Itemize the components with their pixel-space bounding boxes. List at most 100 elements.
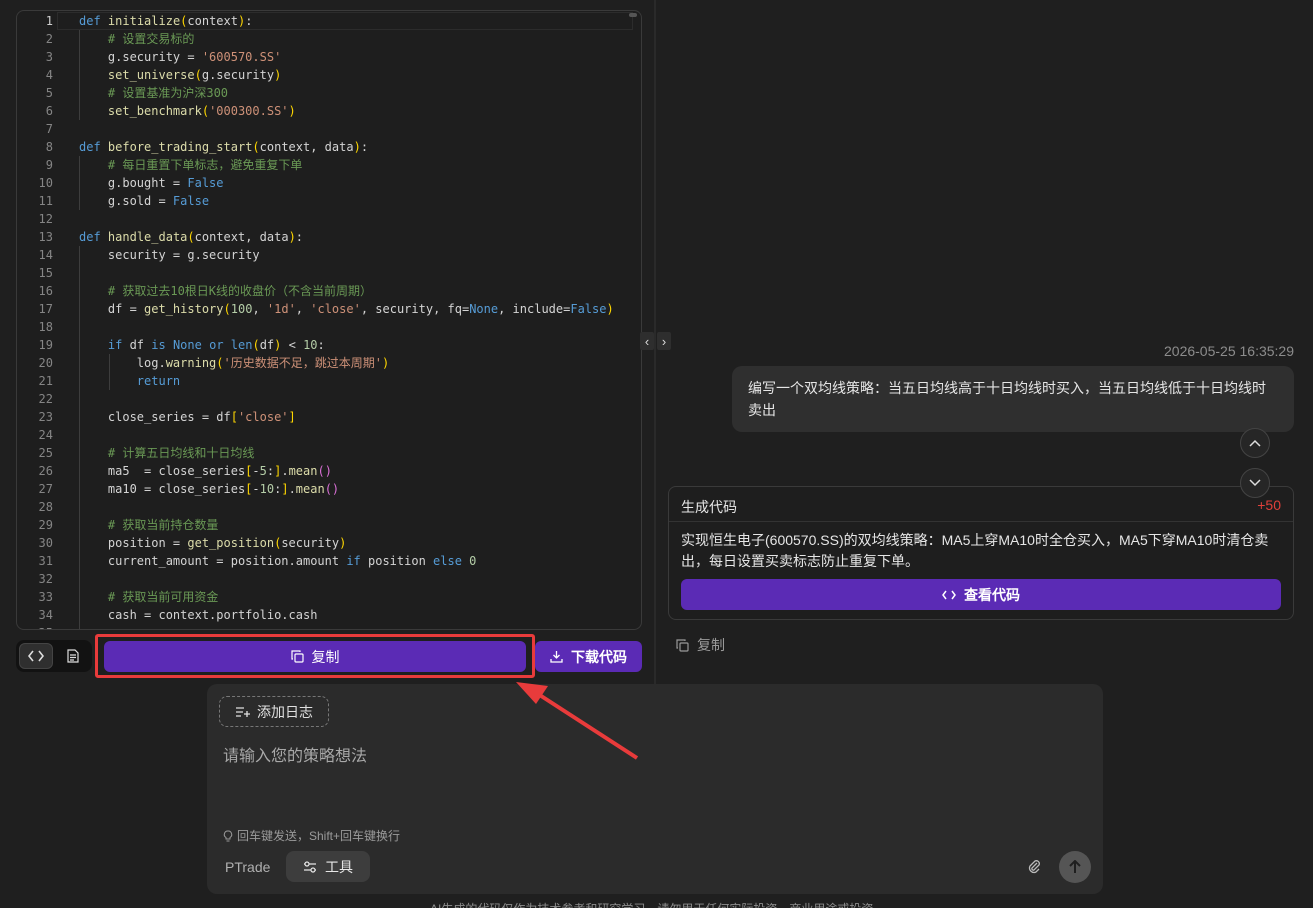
send-button[interactable] [1059, 851, 1091, 883]
code-lines: 1 def initialize(context): 2 # 设置交易标的 3 g.s… [17, 11, 641, 629]
line-number: 1 [45, 14, 53, 28]
code-line: 19 if df is None or len(df) < 10: [17, 336, 641, 354]
message-timestamp: 2026-05-25 16:35:29 [1164, 343, 1294, 359]
add-log-label: 添加日志 [257, 703, 313, 720]
document-view-icon[interactable] [56, 643, 90, 669]
code-text: def before_trading_start(context, data): [79, 140, 369, 154]
view-code-button[interactable]: 查看代码 [681, 579, 1281, 610]
line-number: 17 [38, 302, 53, 316]
copy-icon [676, 638, 689, 652]
indent-guide [79, 570, 80, 588]
code-text: position = get_position(security) [79, 536, 347, 550]
line-number: 27 [38, 482, 53, 496]
line-number: 6 [45, 104, 53, 118]
indent-guide [79, 390, 80, 408]
code-text: # 获取过去10根日K线的收盘价（不含当前周期） [107, 284, 373, 298]
code-line: 23 close_series = df['close'] [17, 408, 641, 426]
code-text: set_universe(g.security) [107, 68, 282, 82]
code-line: 4 set_universe(g.security) [17, 66, 641, 84]
app-root: 1 def initialize(context): 2 # 设置交易标的 3 g.s… [0, 0, 1313, 908]
code-text: cash = context.portfolio.cash [79, 608, 318, 622]
code-line: 27 ma10 = close_series[-10:].mean() [17, 480, 641, 498]
code-line: 24 [17, 426, 641, 444]
line-number: 31 [38, 554, 53, 568]
code-editor[interactable]: 1 def initialize(context): 2 # 设置交易标的 3 g.s… [16, 10, 642, 630]
line-number: 30 [38, 536, 53, 550]
code-text: # 计算五日均线和十日均线 [107, 446, 255, 460]
code-line: 6 set_benchmark('000300.SS') [17, 102, 641, 120]
indent-guide [79, 264, 80, 282]
code-text: df = get_history(100, '1d', 'close', sec… [79, 302, 614, 316]
code-text: # 设置基准为沪深300 [107, 86, 229, 100]
chevron-up-icon[interactable] [1240, 428, 1270, 458]
line-number: 16 [38, 284, 53, 298]
code-line: 1 def initialize(context): [17, 12, 641, 30]
code-line: 9 # 每日重置下单标志，避免重复下单 [17, 156, 641, 174]
lightbulb-icon [223, 830, 233, 841]
code-line: 25 # 计算五日均线和十日均线 [17, 444, 641, 462]
code-text: current_amount = position.amount if posi… [79, 554, 477, 568]
code-text: # 获取当前持仓数量 [107, 518, 219, 532]
download-code-button[interactable]: 下载代码 [535, 641, 642, 672]
code-text: g.security = '600570.SS' [79, 50, 282, 64]
tools-button[interactable]: 工具 [286, 851, 370, 882]
indent-guide [79, 624, 80, 629]
code-text: def initialize(context): [79, 14, 253, 28]
panel-splitter[interactable] [654, 0, 656, 684]
code-text: def handle_data(context, data): [79, 230, 304, 244]
code-line: 5 # 设置基准为沪深300 [17, 84, 641, 102]
code-view-icon[interactable] [19, 643, 53, 669]
code-scrollbar[interactable] [629, 13, 637, 17]
code-line: 35 [17, 624, 641, 629]
add-log-button[interactable]: 添加日志 [219, 696, 329, 727]
points-badge: +50 [1257, 497, 1281, 513]
generated-code-card: 生成代码 +50 实现恒生电子(600570.SS)的双均线策略：MA5上穿MA… [668, 486, 1294, 620]
chevron-left-icon[interactable]: ‹ [640, 332, 654, 350]
chevron-right-icon[interactable]: › [657, 332, 671, 350]
copy-message-button[interactable]: 复制 [676, 635, 725, 655]
code-text: ma5 = close_series[-5:].mean() [79, 464, 332, 478]
strategy-prompt-input[interactable] [223, 742, 1083, 822]
code-line: 7 [17, 120, 641, 138]
code-text: ma10 = close_series[-10:].mean() [79, 482, 340, 496]
line-number: 11 [38, 194, 53, 208]
highlight-box [95, 634, 535, 678]
line-number: 8 [45, 140, 53, 154]
chevron-down-icon[interactable] [1240, 468, 1270, 498]
input-hint-text: 回车键发送，Shift+回车键换行 [237, 829, 401, 843]
line-number: 13 [38, 230, 53, 244]
line-number: 19 [38, 338, 53, 352]
line-number: 25 [38, 446, 53, 460]
code-line: 34 cash = context.portfolio.cash [17, 606, 641, 624]
line-number: 7 [45, 122, 53, 136]
tools-label: 工具 [325, 858, 353, 875]
line-number: 20 [38, 356, 53, 370]
line-number: 21 [38, 374, 53, 388]
sliders-icon [304, 860, 316, 873]
code-text: set_benchmark('000300.SS') [107, 104, 296, 118]
card-title: 生成代码 [681, 499, 737, 515]
code-text: # 每日重置下单标志，避免重复下单 [107, 158, 303, 172]
platform-label[interactable]: PTrade [225, 859, 270, 875]
card-divider [669, 521, 1293, 522]
code-line: 15 [17, 264, 641, 282]
paperclip-icon[interactable] [1027, 858, 1041, 874]
line-number: 28 [38, 500, 53, 514]
code-line: 13 def handle_data(context, data): [17, 228, 641, 246]
line-number: 35 [17, 624, 53, 629]
line-number: 24 [38, 428, 53, 442]
code-line: 32 [17, 570, 641, 588]
line-number: 15 [38, 266, 53, 280]
code-line: 8 def before_trading_start(context, data)… [17, 138, 641, 156]
line-number: 10 [38, 176, 53, 190]
code-line: 3 g.security = '600570.SS' [17, 48, 641, 66]
line-number: 23 [38, 410, 53, 424]
code-line: 20 log.warning('历史数据不足，跳过本周期') [17, 354, 641, 372]
code-icon [942, 590, 956, 599]
line-number: 5 [45, 86, 53, 100]
code-line: 16 # 获取过去10根日K线的收盘价（不含当前周期） [17, 282, 641, 300]
indent-guide [79, 426, 80, 444]
code-line: 11 g.sold = False [17, 192, 641, 210]
code-text: # 设置交易标的 [107, 32, 195, 46]
line-number: 33 [38, 590, 53, 604]
